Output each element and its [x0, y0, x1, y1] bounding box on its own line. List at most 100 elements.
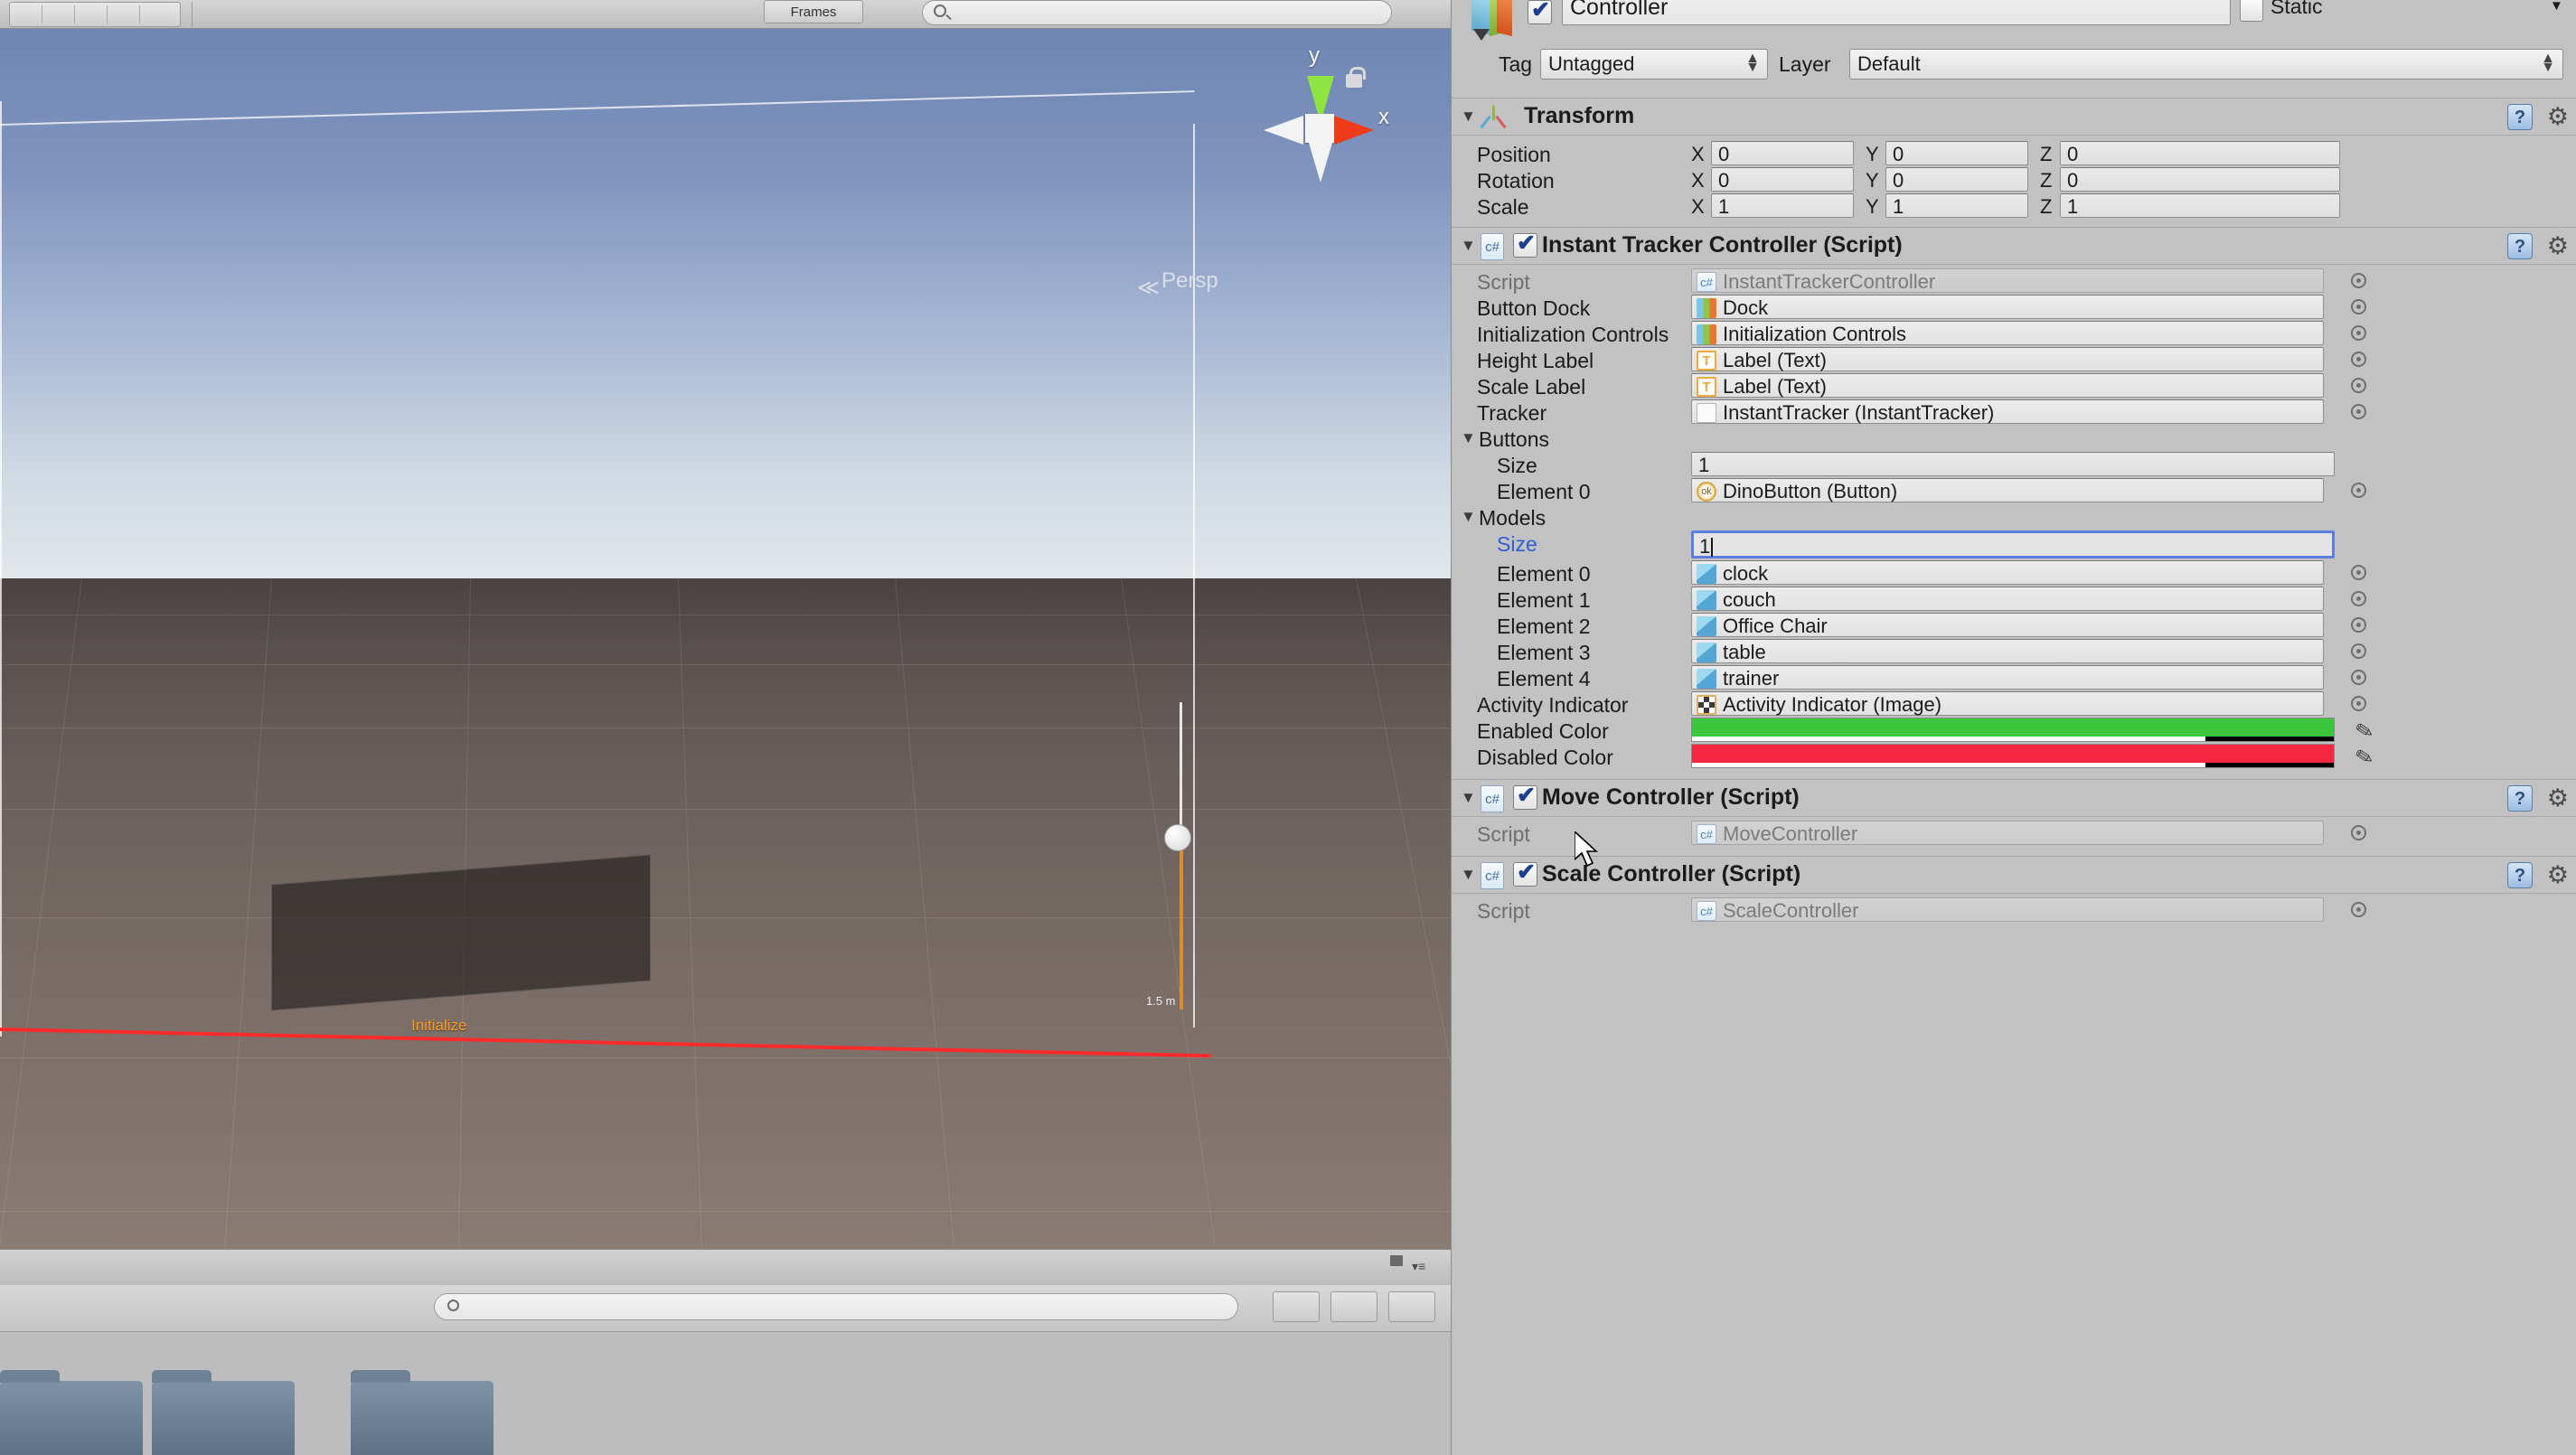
project-browser[interactable]: [0, 1332, 1451, 1455]
models-element-1-field[interactable]: couch: [1691, 587, 2324, 611]
foldout-arrow-icon[interactable]: ▼: [1461, 108, 1476, 126]
eyedropper-icon[interactable]: ✎: [2353, 717, 2376, 746]
object-enabled-checkbox[interactable]: [1528, 0, 1552, 24]
project-lock-icon[interactable]: [1390, 1255, 1403, 1266]
object-picker-icon[interactable]: [2351, 902, 2366, 917]
position-x-input[interactable]: 0: [1711, 141, 1854, 165]
project-filter-type-button[interactable]: [1273, 1291, 1320, 1322]
project-favorites-button[interactable]: [1388, 1291, 1435, 1322]
object-picker-icon[interactable]: [2351, 273, 2366, 288]
chevron-down-icon[interactable]: ▼: [2550, 0, 2563, 14]
scale-controller-script-field[interactable]: c# ScaleController: [1691, 897, 2324, 922]
move-controller-script-field[interactable]: c# MoveController: [1691, 821, 2324, 845]
enabled-color-swatch[interactable]: [1691, 718, 2335, 742]
inspector-panel[interactable]: Controller Static ▼ Tag Untagged ▲▼ Laye…: [1451, 0, 2576, 1455]
foldout-arrow-icon[interactable]: ▼: [1461, 866, 1476, 884]
scale-tool-button[interactable]: [108, 5, 140, 23]
move-controller-component-header[interactable]: ▼ c# Move Controller (Script) ? ⚙: [1452, 779, 2576, 817]
hand-tool-button[interactable]: [10, 5, 42, 23]
scene-tool-buttons[interactable]: [9, 2, 181, 27]
instant-tracker-component-header[interactable]: ▼ c# Instant Tracker Controller (Script)…: [1452, 227, 2576, 265]
layer-dropdown[interactable]: Default ▲▼: [1849, 49, 2563, 80]
help-icon[interactable]: ?: [2507, 104, 2533, 130]
models-element-3-field[interactable]: table: [1691, 639, 2324, 663]
gear-icon[interactable]: ⚙: [2547, 861, 2569, 889]
object-picker-icon[interactable]: [2351, 352, 2366, 367]
position-z-input[interactable]: 0: [2060, 141, 2340, 165]
scene-viewport[interactable]: Initialize 1.5 m y x ≪ Persp: [0, 29, 1451, 1249]
scale-y-input[interactable]: 1: [1885, 193, 2028, 218]
project-folder-item[interactable]: [0, 1381, 143, 1455]
disabled-color-swatch[interactable]: [1691, 744, 2335, 768]
move-tool-button[interactable]: [42, 5, 75, 23]
scene-lock-icon[interactable]: [1346, 74, 1362, 88]
help-icon[interactable]: ?: [2507, 785, 2533, 812]
object-picker-icon[interactable]: [2351, 825, 2366, 840]
height-slider-handle[interactable]: [1164, 824, 1191, 851]
foldout-arrow-icon[interactable]: ▼: [1461, 429, 1476, 447]
gizmo-center-cube[interactable]: [1305, 114, 1334, 143]
buttons-size-input[interactable]: 1: [1691, 452, 2335, 476]
rotation-z-input[interactable]: 0: [2060, 167, 2340, 192]
object-picker-icon[interactable]: [2351, 404, 2366, 419]
script-reference-field[interactable]: c# InstantTrackerController: [1691, 268, 2324, 293]
rotation-x-input[interactable]: 0: [1711, 167, 1854, 192]
scale-z-input[interactable]: 1: [2060, 193, 2340, 218]
component-enabled-checkbox[interactable]: [1513, 862, 1537, 887]
project-menu-icon[interactable]: ▾≡: [1412, 1259, 1425, 1274]
tracker-field[interactable]: InstantTracker (InstantTracker): [1691, 399, 2324, 424]
object-picker-icon[interactable]: [2351, 643, 2366, 659]
height-label-field[interactable]: T Label (Text): [1691, 347, 2324, 371]
activity-indicator-field[interactable]: Activity Indicator (Image): [1691, 691, 2324, 716]
project-folder-item[interactable]: [351, 1381, 494, 1455]
buttons-element-0-field[interactable]: ok DinoButton (Button): [1691, 478, 2324, 502]
position-y-input[interactable]: 0: [1885, 141, 2028, 165]
gizmo-negy-axis-cone[interactable]: [1309, 143, 1332, 183]
help-icon[interactable]: ?: [2507, 233, 2533, 259]
object-picker-icon[interactable]: [2351, 565, 2366, 580]
static-checkbox[interactable]: [2240, 0, 2263, 22]
gizmo-z-axis-cone[interactable]: [1264, 116, 1303, 145]
scene-search-input[interactable]: [922, 0, 1392, 25]
eyedropper-icon[interactable]: ✎: [2353, 743, 2376, 773]
scene-orientation-gizmo[interactable]: y x: [1238, 49, 1401, 211]
object-picker-icon[interactable]: [2351, 483, 2366, 498]
object-name-input[interactable]: Controller: [1562, 0, 2231, 25]
rect-tool-button[interactable]: [140, 5, 173, 23]
gizmo-x-axis-cone[interactable]: [1334, 116, 1374, 145]
object-picker-icon[interactable]: [2351, 696, 2366, 711]
models-size-input[interactable]: 1: [1691, 530, 2335, 559]
object-picker-icon[interactable]: [2351, 591, 2366, 606]
buttons-array-foldout[interactable]: ▼ Buttons: [1452, 426, 2576, 452]
perspective-mode-label[interactable]: Persp: [1161, 268, 1218, 294]
foldout-arrow-icon[interactable]: ▼: [1461, 789, 1476, 807]
button-dock-field[interactable]: Dock: [1691, 295, 2324, 319]
gear-icon[interactable]: ⚙: [2547, 103, 2569, 131]
project-filter-label-button[interactable]: [1330, 1291, 1377, 1322]
object-picker-icon[interactable]: [2351, 325, 2366, 341]
models-element-4-field[interactable]: trainer: [1691, 665, 2324, 690]
component-enabled-checkbox[interactable]: [1513, 233, 1537, 258]
scale-x-input[interactable]: 1: [1711, 193, 1854, 218]
component-enabled-checkbox[interactable]: [1513, 785, 1537, 810]
models-element-0-field[interactable]: clock: [1691, 560, 2324, 585]
foldout-arrow-icon[interactable]: ▼: [1461, 237, 1476, 255]
rotate-tool-button[interactable]: [75, 5, 108, 23]
help-icon[interactable]: ?: [2507, 862, 2533, 888]
object-picker-icon[interactable]: [2351, 299, 2366, 314]
initialization-controls-field[interactable]: Initialization Controls: [1691, 321, 2324, 345]
frames-dropdown[interactable]: Frames: [764, 0, 863, 23]
object-picker-icon[interactable]: [2351, 670, 2366, 685]
scale-controller-component-header[interactable]: ▼ c# Scale Controller (Script) ? ⚙: [1452, 856, 2576, 894]
foldout-arrow-icon[interactable]: ▼: [1461, 508, 1476, 526]
project-folder-item[interactable]: [152, 1381, 295, 1455]
models-element-2-field[interactable]: Office Chair: [1691, 613, 2324, 637]
object-picker-icon[interactable]: [2351, 617, 2366, 633]
project-search-input[interactable]: [434, 1293, 1238, 1320]
transform-component-header[interactable]: ▼ Transform ? ⚙: [1452, 98, 2576, 136]
rotation-y-input[interactable]: 0: [1885, 167, 2028, 192]
gear-icon[interactable]: ⚙: [2547, 232, 2569, 260]
tag-dropdown[interactable]: Untagged ▲▼: [1540, 49, 1768, 80]
object-picker-icon[interactable]: [2351, 378, 2366, 393]
scale-label-field[interactable]: T Label (Text): [1691, 373, 2324, 398]
